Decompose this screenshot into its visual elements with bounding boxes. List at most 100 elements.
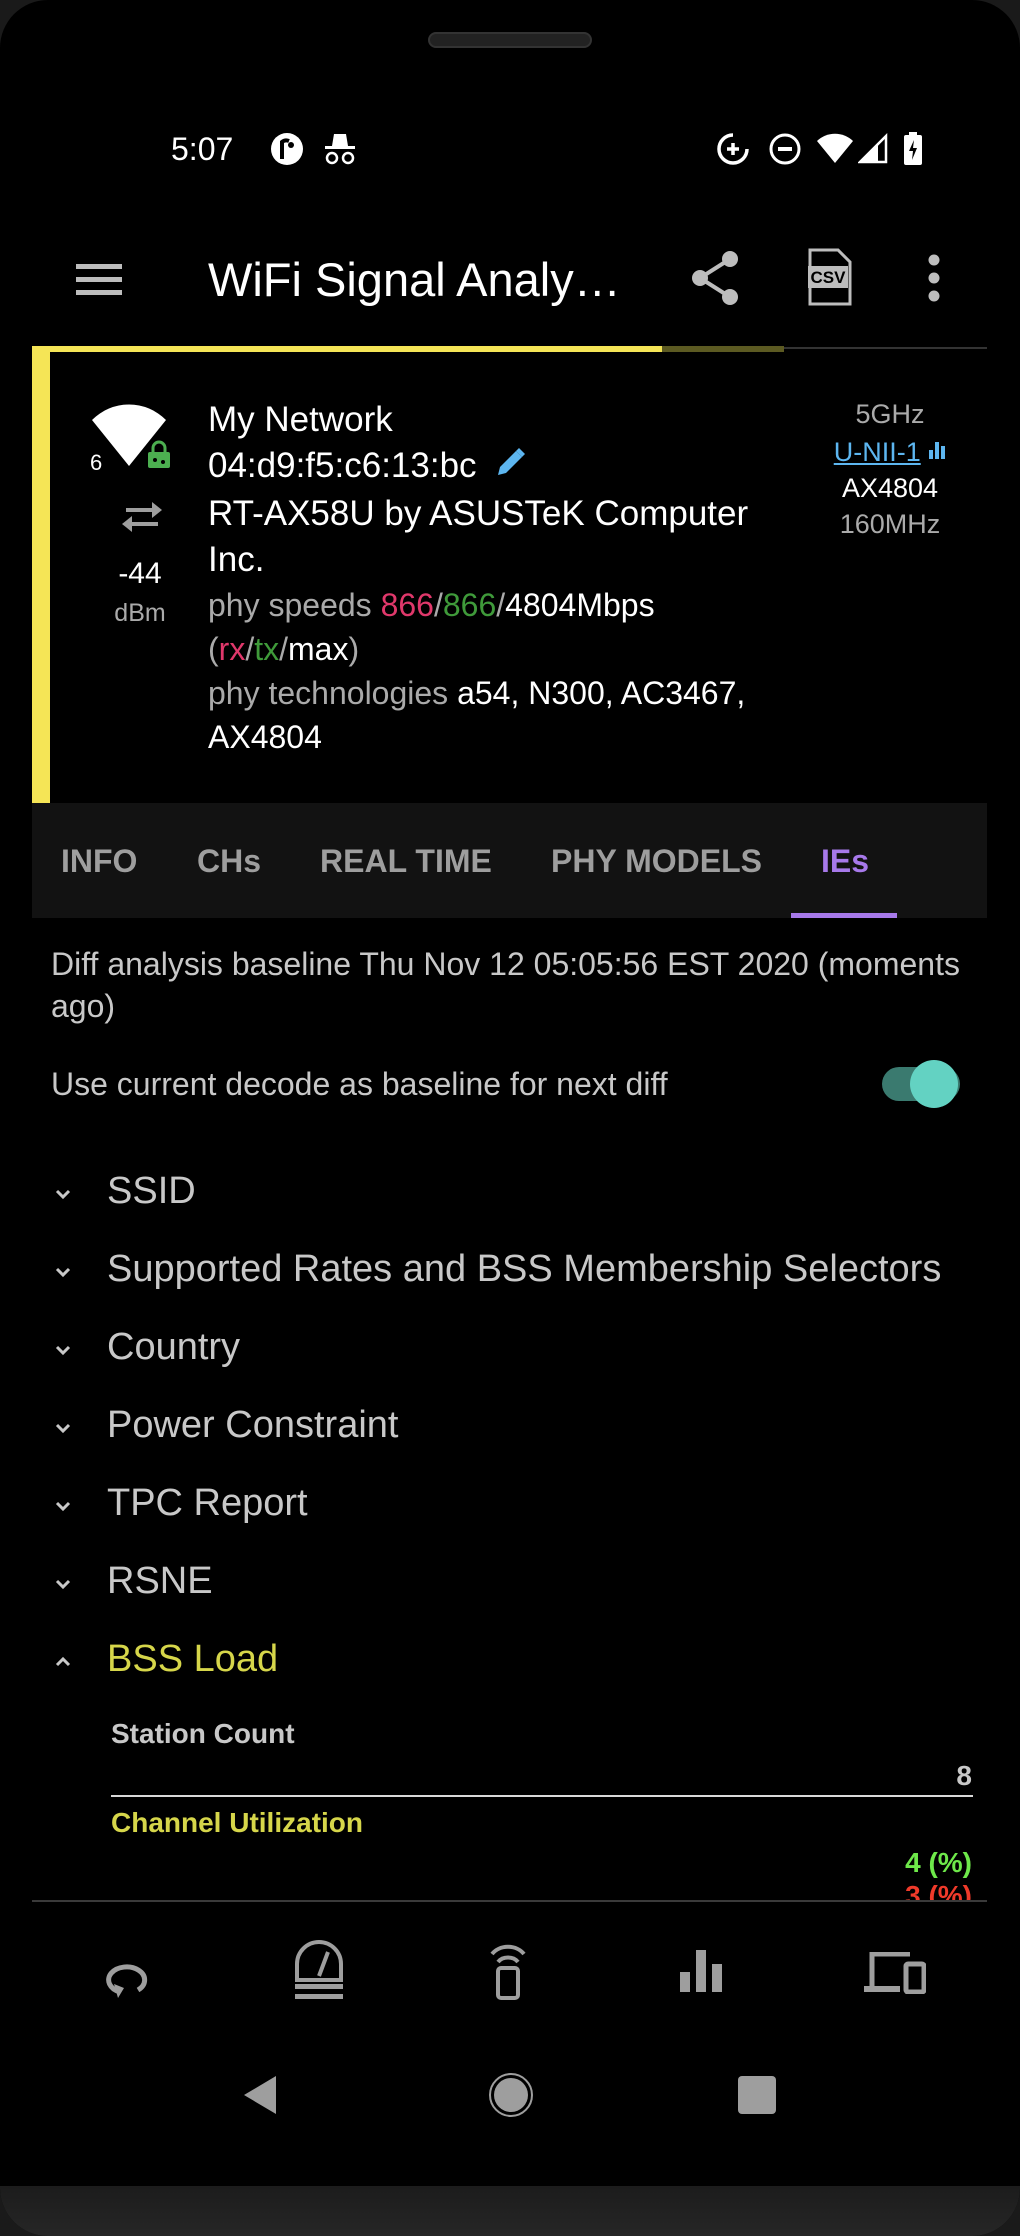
tx-label: tx — [254, 631, 280, 667]
csv-export-icon[interactable]: CSV — [806, 248, 852, 311]
ie-label: Supported Rates and BSS Membership Selec… — [107, 1248, 942, 1290]
chevron-down-icon — [55, 1579, 71, 1590]
bottom-navigation — [0, 1902, 1020, 2032]
separator: / — [496, 587, 506, 623]
bar-chart-icon[interactable] — [680, 1950, 722, 1997]
rssi-unit: dBm — [114, 599, 166, 627]
status-time: 5:07 — [171, 131, 234, 167]
field-title-station-count: Station Count — [111, 1718, 295, 1749]
recents-button[interactable] — [738, 2076, 776, 2119]
field-value-channel-utilization-baseline: 3 (%) — [905, 1880, 972, 1900]
home-button[interactable] — [488, 2072, 534, 2123]
max-label: max — [287, 631, 349, 667]
tx-speed: 866 — [442, 587, 497, 623]
cell-signal-icon — [856, 132, 888, 171]
tab-phy-models[interactable]: PHY MODELS — [551, 843, 762, 880]
unii-chart-icon[interactable] — [928, 432, 946, 468]
unii-row: U-NII-1 — [820, 432, 960, 470]
app-bar: WiFi Signal Analy… CSV — [0, 240, 1020, 320]
refresh-icon[interactable] — [100, 1960, 154, 2005]
svg-text:CSV: CSV — [811, 268, 847, 287]
chevron-up-icon — [55, 1656, 71, 1667]
baseline-toggle-knob[interactable] — [910, 1060, 958, 1108]
chevron-down-icon — [55, 1501, 71, 1512]
ie-label: Power Constraint — [107, 1404, 399, 1446]
phy-speeds: phy speeds 866/866/4804Mbps (rx/tx/max) — [208, 583, 808, 671]
active-tab-indicator — [791, 913, 897, 918]
app-title: WiFi Signal Analy… — [208, 253, 621, 306]
diff-baseline-text: Diff analysis baseline Thu Nov 12 05:05:… — [51, 946, 960, 1024]
bottom-bezel — [0, 2186, 1020, 2236]
lock-icon — [144, 440, 174, 475]
network-card[interactable]: 6 -44 dBm My Network 04:d9:f5:c6:13:bc R… — [32, 352, 987, 803]
incognito-icon — [322, 132, 358, 171]
ie-item-bss-load[interactable]: BSS Load — [51, 1638, 991, 1698]
phy-speeds-label: phy speeds — [208, 587, 372, 623]
tab-bar: INFO CHs REAL TIME PHY MODELS IEs — [32, 803, 987, 918]
tab-channels[interactable]: CHs — [197, 843, 261, 880]
more-vert-icon[interactable] — [926, 254, 942, 307]
chevron-down-icon — [55, 1267, 71, 1278]
ie-item-power-constraint[interactable]: Power Constraint — [51, 1404, 991, 1464]
ie-label: BSS Load — [107, 1638, 279, 1680]
tab-ies[interactable]: IEs — [821, 843, 869, 880]
ssid-text: My Network — [208, 400, 393, 439]
ie-label: SSID — [107, 1170, 196, 1212]
chevron-down-icon — [55, 1423, 71, 1434]
tab-real-time[interactable]: REAL TIME — [320, 843, 492, 880]
phone-frame: 5:07 WiFi Signal Analy… CSV 6 -44 dBm My… — [0, 0, 1020, 2236]
chevron-down-icon — [55, 1345, 71, 1356]
paren-open: ( — [208, 631, 219, 667]
pocket-casts-icon — [270, 132, 304, 171]
baseline-toggle-label: Use current decode as baseline for next … — [51, 1066, 668, 1102]
rx-speed: 866 — [380, 587, 434, 623]
band-text: 5GHz — [855, 399, 925, 429]
status-bar: 5:07 — [0, 128, 1020, 172]
channel-width-text: 160MHz — [839, 509, 941, 539]
edit-pencil-icon[interactable] — [494, 445, 526, 491]
hamburger-menu-icon[interactable] — [76, 260, 122, 305]
ie-label: TPC Report — [107, 1482, 308, 1524]
channel-number: 6 — [90, 450, 103, 475]
bssid-text: 04:d9:f5:c6:13:bc — [208, 446, 477, 485]
max-speed: 4804Mbps — [505, 587, 655, 623]
vendor-text: RT-AX58U by ASUSTeK Computer Inc. — [208, 494, 749, 579]
field-value-channel-utilization-current: 4 (%) — [905, 1847, 972, 1878]
system-navigation — [0, 2060, 1020, 2140]
phy-tech-label: phy technologies — [208, 675, 449, 711]
speed-test-icon[interactable] — [292, 1940, 346, 2007]
tab-info[interactable]: INFO — [61, 843, 137, 880]
separator: / — [433, 587, 443, 623]
speaker-grille — [428, 32, 592, 48]
battery-charging-icon — [902, 132, 924, 171]
separator: / — [245, 631, 255, 667]
ie-label: RSNE — [107, 1560, 213, 1602]
chevron-down-icon — [55, 1189, 71, 1200]
rx-label: rx — [218, 631, 246, 667]
share-icon[interactable] — [690, 250, 740, 311]
unii-link[interactable]: U-NII-1 — [834, 437, 921, 467]
devices-icon[interactable] — [864, 1951, 927, 1999]
band-info: 5GHz U-NII-1 AX4804 160MHz — [820, 396, 960, 542]
ie-item-supported-rates[interactable]: Supported Rates and BSS Membership Selec… — [51, 1248, 991, 1308]
ie-item-ssid[interactable]: SSID — [51, 1170, 991, 1230]
field-value-station-count: 8 — [956, 1760, 972, 1791]
field-title-channel-utilization: Channel Utilization — [111, 1807, 363, 1838]
back-button[interactable] — [242, 2074, 278, 2121]
separator: / — [279, 631, 288, 667]
field-divider — [111, 1795, 973, 1797]
phy-technologies: phy technologies a54, N300, AC3467, AX48… — [208, 671, 808, 759]
bssid-row: 04:d9:f5:c6:13:bc — [208, 443, 808, 491]
ie-item-country[interactable]: Country — [51, 1326, 991, 1386]
ie-label: Country — [107, 1326, 241, 1368]
rssi-value: -44 — [118, 557, 162, 590]
network-details: My Network 04:d9:f5:c6:13:bc RT-AX58U by… — [208, 397, 808, 759]
ie-item-tpc-report[interactable]: TPC Report — [51, 1482, 991, 1542]
connection-arrows-icon — [120, 500, 164, 537]
ie-item-rsne[interactable]: RSNE — [51, 1560, 991, 1620]
phy-model-text: AX4804 — [841, 473, 939, 503]
data-saver-icon — [716, 132, 750, 171]
do-not-disturb-icon — [768, 132, 802, 171]
wifi-device-icon[interactable] — [488, 1942, 528, 2005]
paren-close: ) — [348, 631, 360, 667]
